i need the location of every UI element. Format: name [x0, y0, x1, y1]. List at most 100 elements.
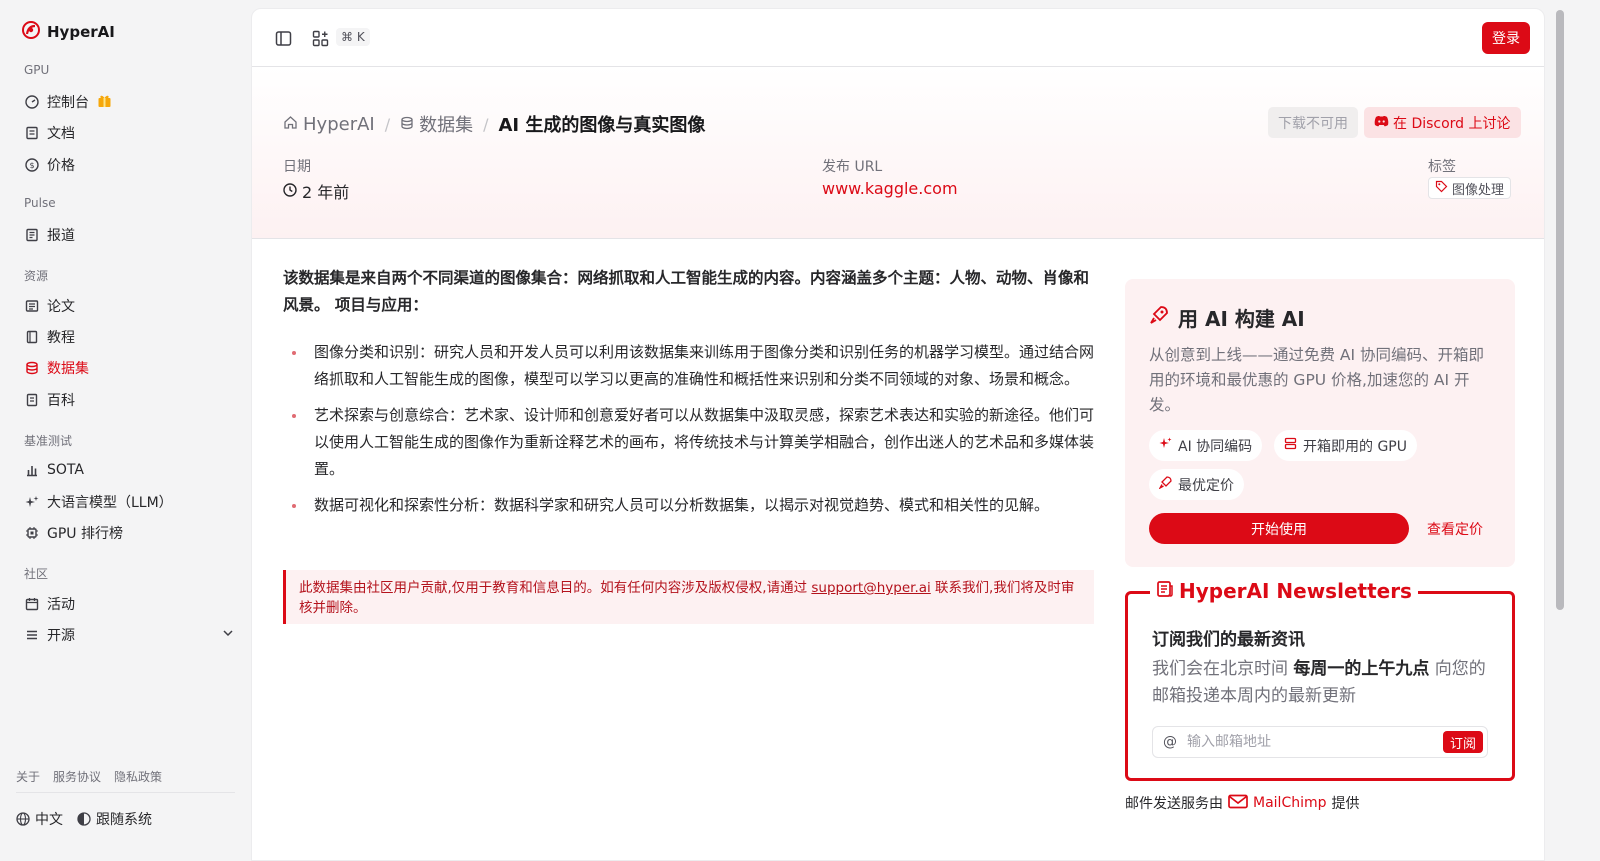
svg-text:$: $	[29, 161, 34, 170]
gift-icon	[97, 93, 112, 112]
sidebar-item-gpu-leaderboard[interactable]: GPU 排行榜	[24, 522, 234, 544]
tag-image-processing[interactable]: 图像处理	[1428, 177, 1512, 199]
search-shortcut[interactable]: ⌘ K	[336, 28, 370, 46]
section-label-benchmarks: 基准测试	[24, 434, 73, 448]
chevron-down-icon[interactable]	[222, 627, 234, 643]
sidebar-item-label: 开源	[47, 628, 75, 644]
discord-button-label: 在 Discord 上讨论	[1393, 115, 1511, 132]
credit-text: 提供	[1331, 796, 1360, 812]
notice-text-before: 此数据集由社区用户贡献,仅用于教育和信息目的。如有任何内容涉及版权侵权,请通过	[299, 580, 812, 596]
subscribe-button[interactable]: 订阅	[1442, 731, 1483, 753]
theme-icon	[77, 812, 91, 826]
sidebar-item-label: 数据集	[47, 361, 89, 377]
page-title: AI 生成的图像与真实图像	[498, 115, 706, 136]
newsletter-description: 我们会在北京时间 每周一的上午九点 向您的邮箱投递本周内的最新更新	[1152, 656, 1492, 710]
topbar: ⌘ K 登录	[252, 9, 1544, 67]
footer-divider	[16, 792, 235, 793]
scrollbar-thumb[interactable]	[1556, 10, 1564, 610]
email-field[interactable]	[1187, 734, 1427, 750]
breadcrumb-separator: /	[384, 114, 391, 134]
login-button[interactable]: 登录	[1482, 22, 1530, 54]
credit-text: 邮件发送服务由	[1125, 796, 1223, 812]
doc-icon	[24, 126, 39, 141]
section-label-pulse: Pulse	[24, 196, 56, 210]
view-pricing-link[interactable]: 查看定价	[1427, 519, 1483, 539]
date-text: 2 年前	[302, 183, 350, 202]
language-switcher[interactable]: 中文	[16, 809, 63, 829]
publish-url-label: 发布 URL	[822, 159, 883, 175]
chip-label: AI 协同编码	[1178, 438, 1253, 455]
sidebar-item-docs[interactable]: 文档	[24, 122, 234, 144]
footer-link-privacy[interactable]: 隐私政策	[114, 768, 162, 785]
brand-name: HyperAI	[47, 23, 115, 41]
language-label: 中文	[35, 812, 63, 828]
sidebar-item-console[interactable]: 控制台	[24, 91, 234, 113]
sidebar-item-sota[interactable]: SOTA	[24, 459, 234, 481]
mailchimp-link[interactable]: MailChimp	[1253, 795, 1327, 811]
rocket-icon	[1149, 305, 1169, 330]
apps-grid-icon[interactable]	[311, 29, 329, 47]
sidebar-item-papers[interactable]: 论文	[24, 295, 234, 317]
get-started-button[interactable]: 开始使用	[1149, 513, 1409, 544]
build-ai-promo-card: 用 AI 构建 AI 从创意到上线——通过免费 AI 协同编码、开箱即用的环境和…	[1125, 279, 1515, 567]
theme-label: 跟随系统	[96, 812, 152, 828]
discord-discuss-button[interactable]: 在 Discord 上讨论	[1364, 107, 1521, 138]
copyright-notice: 此数据集由社区用户贡献,仅用于教育和信息目的。如有任何内容涉及版权侵权,请通过 …	[283, 570, 1094, 624]
sidebar-item-label: 文档	[47, 126, 75, 142]
sidebar-item-news[interactable]: 报道	[24, 224, 234, 246]
book-icon	[24, 330, 39, 345]
chip-label: 开箱即用的 GPU	[1303, 438, 1407, 455]
sidebar-item-llm[interactable]: 大语言模型（LLM）	[24, 491, 234, 513]
promo-description: 从创意到上线——通过免费 AI 协同编码、开箱即用的环境和最优惠的 GPU 价格…	[1149, 346, 1485, 414]
mail-icon	[1228, 794, 1248, 813]
sidebar-item-wiki[interactable]: 百科	[24, 389, 234, 411]
sidebar-toggle-icon[interactable]	[274, 29, 292, 47]
sidebar-item-events[interactable]: 活动	[24, 593, 234, 615]
date-label: 日期	[283, 159, 311, 175]
sidebar-item-label: 报道	[47, 228, 75, 244]
sidebar-item-datasets[interactable]: 数据集	[24, 357, 234, 379]
list-item: 图像分类和识别：研究人员和开发人员可以利用该数据集来训练用于图像分类和识别任务的…	[283, 339, 1095, 393]
breadcrumb-separator: /	[483, 114, 489, 134]
calendar-icon	[24, 597, 39, 612]
rocket-icon	[1158, 476, 1172, 493]
newsletter-title-text: HyperAI Newsletters	[1179, 579, 1412, 603]
support-email-link[interactable]: support@hyper.ai	[811, 580, 930, 596]
sidebar-item-pricing[interactable]: $ 价格	[24, 154, 234, 176]
globe-icon	[16, 812, 30, 826]
database-icon	[24, 361, 39, 376]
database-icon	[400, 114, 414, 135]
breadcrumb-home[interactable]: HyperAI	[283, 114, 375, 135]
breadcrumb-home-label: HyperAI	[303, 113, 375, 135]
sidebar-item-tutorials[interactable]: 教程	[24, 326, 234, 348]
footer-link-terms[interactable]: 服务协议	[53, 768, 101, 785]
breadcrumb-datasets-label: 数据集	[419, 115, 474, 136]
footer-links: 关于 服务协议 隐私政策	[16, 768, 162, 785]
date-value: 2 年前	[283, 179, 349, 203]
breadcrumb-datasets[interactable]: 数据集	[400, 111, 473, 137]
section-label-resources: 资源	[24, 269, 49, 283]
description-intro: 该数据集是来自两个不同渠道的图像集合：网络抓取和人工智能生成的内容。内容涵盖多个…	[283, 269, 1090, 314]
hyperai-logo-icon	[22, 21, 40, 43]
sidebar-item-label: 控制台	[47, 95, 89, 111]
tag-label: 图像处理	[1452, 182, 1505, 198]
use-case-list: 图像分类和识别：研究人员和开发人员可以利用该数据集来训练用于图像分类和识别任务的…	[283, 339, 1095, 519]
newsletter-subtitle: 订阅我们的最新资讯	[1152, 630, 1305, 650]
chip-best-pricing: 最优定价	[1149, 469, 1244, 500]
dollar-icon: $	[24, 158, 39, 173]
dataset-header: HyperAI / 数据集 / AI 生成的图像与真实图像 下载不可用 在 Di…	[252, 67, 1544, 239]
sidebar-item-label: 价格	[47, 158, 75, 174]
sidebar-item-open-source[interactable]: 开源	[24, 624, 234, 646]
theme-switcher[interactable]: 跟随系统	[77, 809, 152, 829]
download-button-disabled: 下载不可用	[1268, 107, 1358, 138]
news-icon	[24, 228, 39, 243]
footer-link-about[interactable]: 关于	[16, 768, 40, 785]
section-label-gpu: GPU	[24, 63, 50, 77]
dashboard-icon	[24, 95, 39, 110]
newsletter-title: HyperAI Newsletters	[1150, 579, 1418, 603]
chip-ai-coding: AI 协同编码	[1149, 430, 1263, 461]
publish-url-link[interactable]: www.kaggle.com	[822, 179, 958, 198]
chip-icon	[24, 526, 39, 541]
email-input-group: @ 订阅	[1152, 726, 1488, 758]
brand[interactable]: HyperAI	[22, 21, 115, 43]
